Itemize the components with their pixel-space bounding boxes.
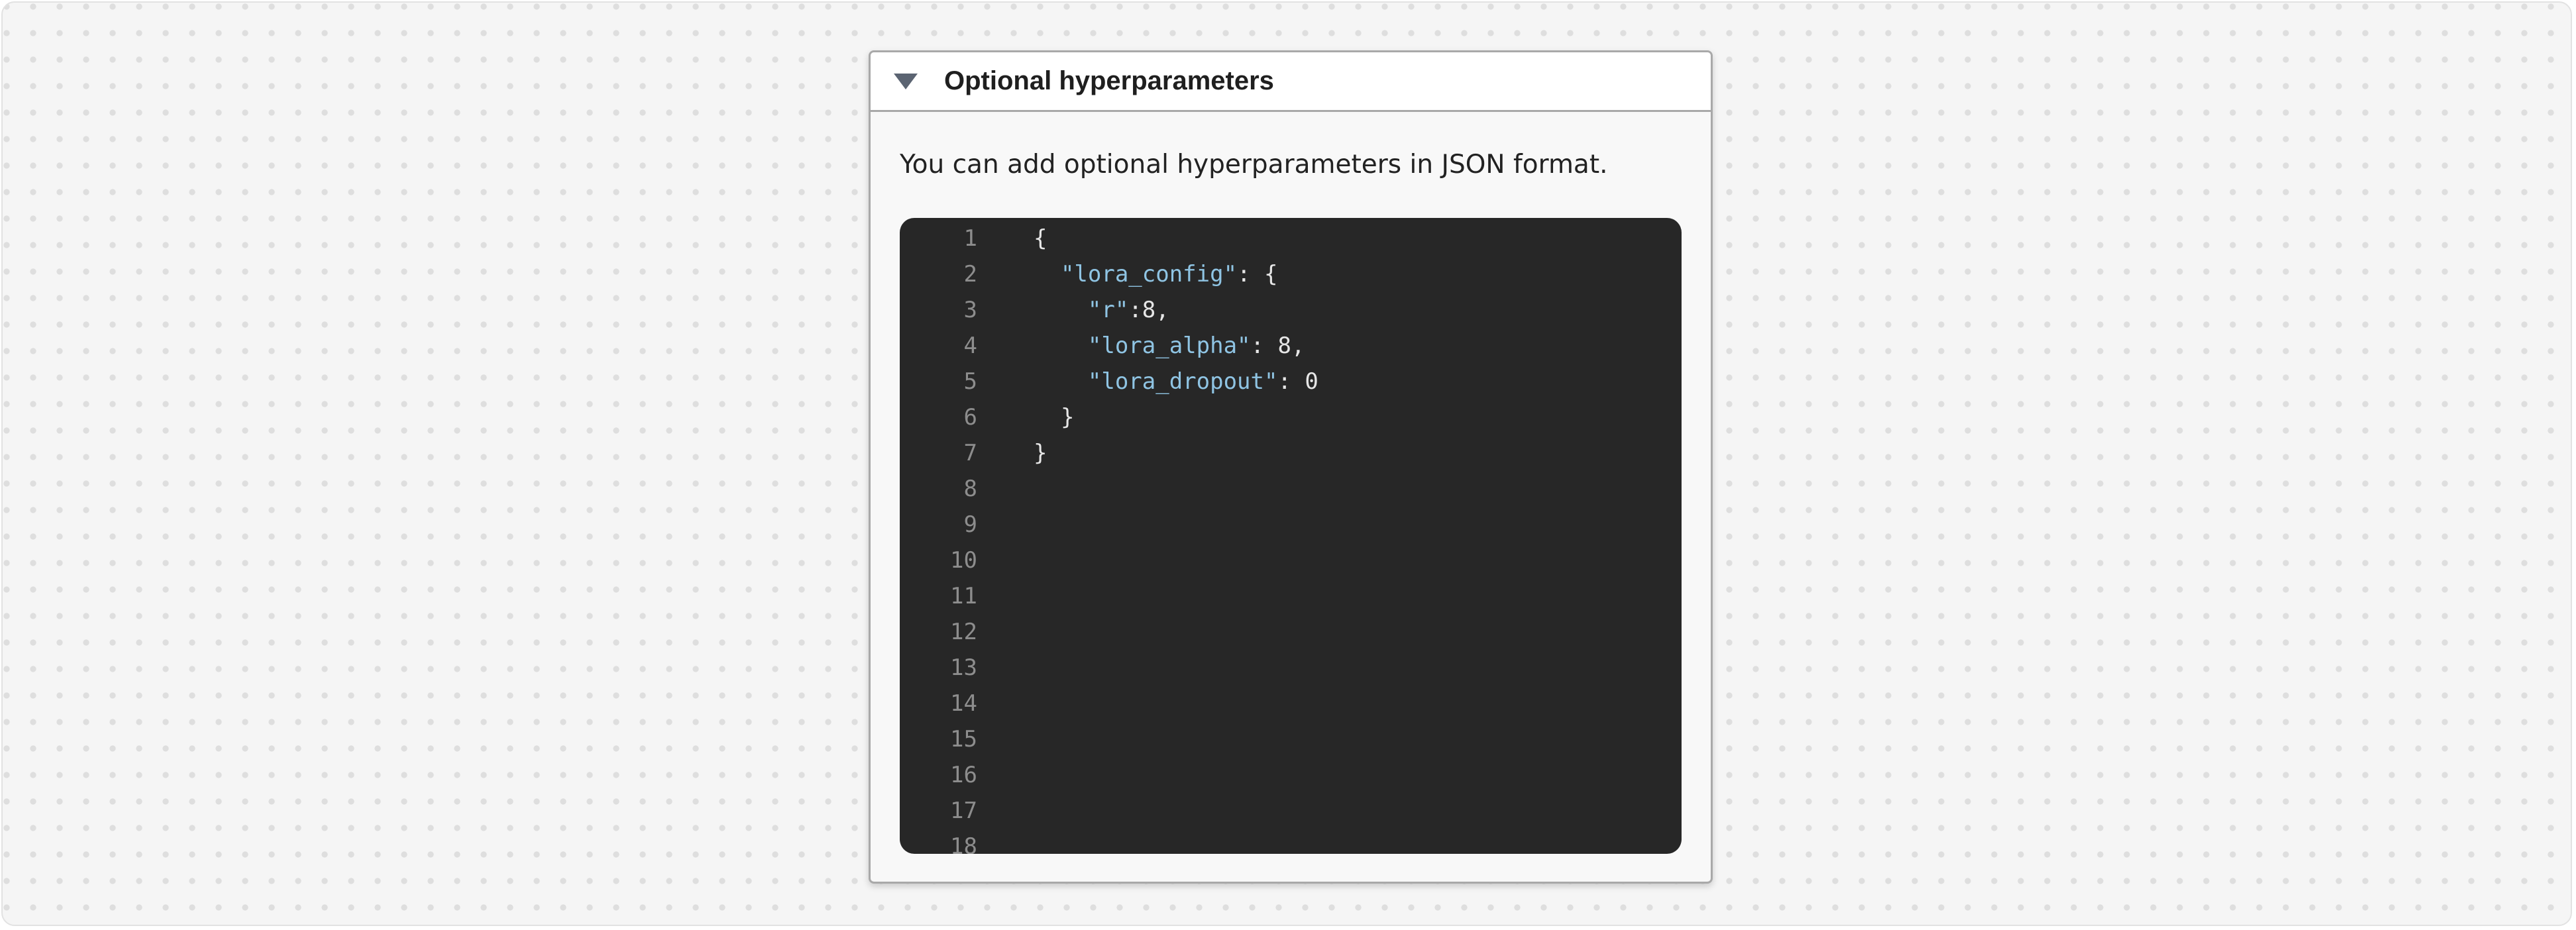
json-key-token: "lora_dropout" [1087,368,1278,395]
line-text: "lora_alpha": 8, [1034,328,1305,364]
line-number: 2 [963,261,977,287]
code-line[interactable]: 11 [900,578,1682,614]
code-line[interactable]: 10 [900,542,1682,578]
json-key-token: "r" [1087,297,1129,323]
json-key-token: "lora_alpha" [1087,333,1251,359]
optional-hyperparameters-panel: Optional hyperparameters You can add opt… [869,50,1713,884]
line-number: 16 [950,762,977,788]
json-punctuation-token: : 8, [1250,333,1305,359]
line-number: 15 [950,726,977,752]
line-number: 3 [963,297,977,323]
line-number: 11 [950,583,977,609]
line-number: 17 [950,798,977,824]
caret-down-icon[interactable] [894,73,918,89]
line-number: 8 [963,476,977,502]
line-text: "lora_dropout": 0 [1034,364,1318,399]
code-line[interactable]: 18 [900,829,1682,854]
json-punctuation-token [1034,261,1061,287]
json-punctuation-token: : { [1237,261,1278,287]
json-punctuation-token: } [1034,440,1047,466]
json-punctuation-token [1034,297,1088,323]
json-punctuation-token [1034,333,1088,359]
code-line[interactable]: 9 [900,507,1682,542]
code-line[interactable]: 7} [900,435,1682,471]
line-number: 4 [963,333,977,359]
json-key-token: "lora_config" [1060,261,1238,287]
code-line[interactable]: 2 "lora_config": { [900,256,1682,292]
code-line[interactable]: 13 [900,650,1682,686]
panel-description: You can add optional hyperparameters in … [900,150,1608,180]
json-code-editor[interactable]: 1{2 "lora_config": {3 "r":8, 4 "lora_alph… [900,218,1682,854]
line-number: 7 [963,440,977,466]
panel-header-toggle[interactable]: Optional hyperparameters [871,52,1711,112]
line-number: 9 [963,511,977,538]
code-line[interactable]: 15 [900,721,1682,757]
line-text: { [1034,221,1047,256]
code-line[interactable]: 17 [900,793,1682,829]
code-line[interactable]: 5 "lora_dropout": 0 [900,364,1682,399]
line-text: "lora_config": { [1034,256,1278,292]
code-line[interactable]: 14 [900,686,1682,721]
panel-title: Optional hyperparameters [944,66,1274,95]
json-punctuation-token: : 0 [1277,368,1318,395]
code-line[interactable]: 16 [900,757,1682,793]
json-punctuation-token: } [1034,404,1075,431]
code-line[interactable]: 12 [900,614,1682,650]
line-text: } [1034,399,1074,435]
code-line[interactable]: 4 "lora_alpha": 8, [900,328,1682,364]
editor-lines: 1{2 "lora_config": {3 "r":8, 4 "lora_alph… [900,221,1682,854]
line-number: 6 [963,404,977,431]
code-line[interactable]: 3 "r":8, [900,292,1682,328]
line-number: 12 [950,619,977,645]
code-line[interactable]: 8 [900,471,1682,507]
line-text: "r":8, [1034,292,1169,328]
line-number: 18 [950,833,977,854]
json-punctuation-token: { [1034,225,1047,252]
canvas-background: Optional hyperparameters You can add opt… [1,1,2572,926]
line-number: 14 [950,690,977,717]
line-number: 1 [963,225,977,252]
panel-body: You can add optional hyperparameters in … [871,148,1711,182]
code-line[interactable]: 1{ [900,221,1682,256]
json-punctuation-token: :8, [1128,297,1169,323]
json-punctuation-token [1034,368,1088,395]
code-line[interactable]: 6 } [900,399,1682,435]
line-number: 10 [950,547,977,574]
line-number: 5 [963,368,977,395]
line-number: 13 [950,654,977,681]
line-text: } [1034,435,1047,471]
